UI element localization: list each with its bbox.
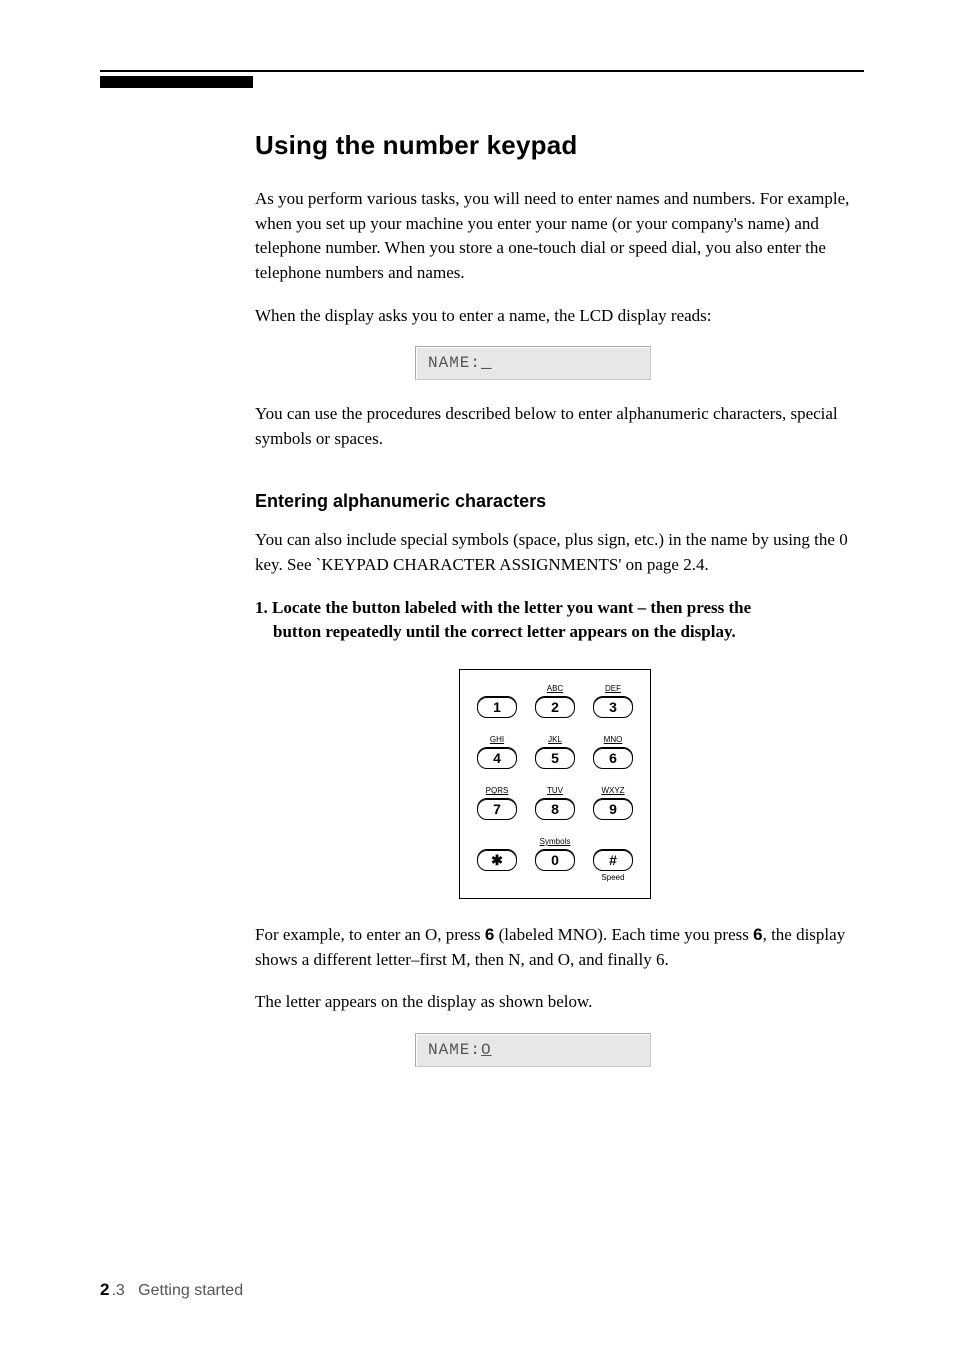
lcd-display-name-o: NAME:O — [415, 1033, 651, 1067]
key-sup: Symbols — [540, 837, 571, 847]
lcd-cursor: O — [481, 1041, 492, 1059]
example-bold-6b: 6 — [753, 925, 762, 944]
key-sup: WXYZ — [601, 786, 624, 796]
keypad-row: GHI 4 JKL 5 MNO 6 — [472, 735, 638, 780]
key-9: WXYZ 9 — [588, 786, 638, 831]
intro-paragraph-1: As you perform various tasks, you will n… — [255, 187, 855, 286]
keypad-row: ✱ Symbols 0 # Speed — [472, 837, 638, 882]
lcd-text: NAME: — [428, 354, 481, 372]
after-keypad-paragraph: The letter appears on the display as sho… — [255, 990, 855, 1015]
step-1-line-1: 1. Locate the button labeled with the le… — [255, 598, 751, 617]
key-hash: # Speed — [588, 837, 638, 882]
key-glyph: # — [609, 852, 617, 868]
lcd-cursor: _ — [481, 354, 492, 372]
key-sup: JKL — [548, 735, 562, 745]
key-button: 6 — [593, 747, 633, 769]
key-star: ✱ — [472, 837, 522, 882]
page-number-minor: .3 — [111, 1282, 124, 1299]
section2-paragraph: You can also include special symbols (sp… — [255, 528, 855, 577]
lcd-display-name-blank: NAME:_ — [415, 346, 651, 380]
page-title: Using the number keypad — [255, 130, 855, 161]
key-4: GHI 4 — [472, 735, 522, 780]
key-button: 7 — [477, 798, 517, 820]
key-button: 1 — [477, 696, 517, 718]
key-glyph: 8 — [551, 801, 559, 817]
key-button: 8 — [535, 798, 575, 820]
example-text-b: (labeled MNO). Each time you press — [494, 925, 753, 944]
key-glyph: ✱ — [491, 852, 503, 869]
key-button: ✱ — [477, 849, 517, 871]
key-button: 0 — [535, 849, 575, 871]
key-3: DEF 3 — [588, 684, 638, 729]
step-1: 1. Locate the button labeled with the le… — [255, 596, 855, 645]
key-button: 9 — [593, 798, 633, 820]
key-8: TUV 8 — [530, 786, 580, 831]
key-5: JKL 5 — [530, 735, 580, 780]
key-button: # — [593, 849, 633, 871]
key-sup: ABC — [547, 684, 563, 694]
page: Using the number keypad As you perform v… — [0, 0, 954, 1348]
keypad-row: PQRS 7 TUV 8 WXYZ 9 — [472, 786, 638, 831]
key-sup: PQRS — [486, 786, 509, 796]
key-sup: TUV — [547, 786, 563, 796]
key-glyph: 6 — [609, 750, 617, 766]
key-6: MNO 6 — [588, 735, 638, 780]
key-7: PQRS 7 — [472, 786, 522, 831]
page-number-major: 2 — [100, 1280, 109, 1299]
keypad-row: 1 ABC 2 DEF 3 — [472, 684, 638, 729]
example-text-a: For example, to enter an O, press — [255, 925, 485, 944]
key-glyph: 0 — [551, 852, 559, 868]
key-sup: DEF — [605, 684, 621, 694]
key-glyph: 1 — [493, 699, 501, 715]
content-column: Using the number keypad As you perform v… — [255, 130, 855, 1067]
keypad-diagram: 1 ABC 2 DEF 3 GHI 4 — [459, 669, 651, 899]
header-rule-thick — [100, 76, 253, 88]
key-sup: GHI — [490, 735, 504, 745]
footer-chapter-label: Getting started — [138, 1282, 243, 1299]
key-glyph: 4 — [493, 750, 501, 766]
lcd-text: NAME: — [428, 1041, 481, 1059]
intro-paragraph-2: When the display asks you to enter a nam… — [255, 304, 855, 329]
key-button: 5 — [535, 747, 575, 769]
key-glyph: 5 — [551, 750, 559, 766]
example-bold-6a: 6 — [485, 925, 494, 944]
header-rule-thin — [100, 70, 864, 72]
key-glyph: 3 — [609, 699, 617, 715]
key-button: 4 — [477, 747, 517, 769]
key-glyph: 2 — [551, 699, 559, 715]
key-glyph: 9 — [609, 801, 617, 817]
key-2: ABC 2 — [530, 684, 580, 729]
key-1: 1 — [472, 684, 522, 729]
key-button: 2 — [535, 696, 575, 718]
key-sub: Speed — [601, 873, 624, 882]
key-button: 3 — [593, 696, 633, 718]
key-0: Symbols 0 — [530, 837, 580, 882]
example-paragraph: For example, to enter an O, press 6 (lab… — [255, 923, 855, 972]
key-glyph: 7 — [493, 801, 501, 817]
section-heading-entering-chars: Entering alphanumeric characters — [255, 491, 855, 512]
after-lcd-paragraph: You can use the procedures described bel… — [255, 402, 855, 451]
step-1-line-2: button repeatedly until the correct lett… — [273, 620, 855, 645]
page-footer: 2.3 Getting started — [100, 1280, 243, 1300]
key-sup: MNO — [604, 735, 623, 745]
header-rule — [100, 70, 864, 80]
